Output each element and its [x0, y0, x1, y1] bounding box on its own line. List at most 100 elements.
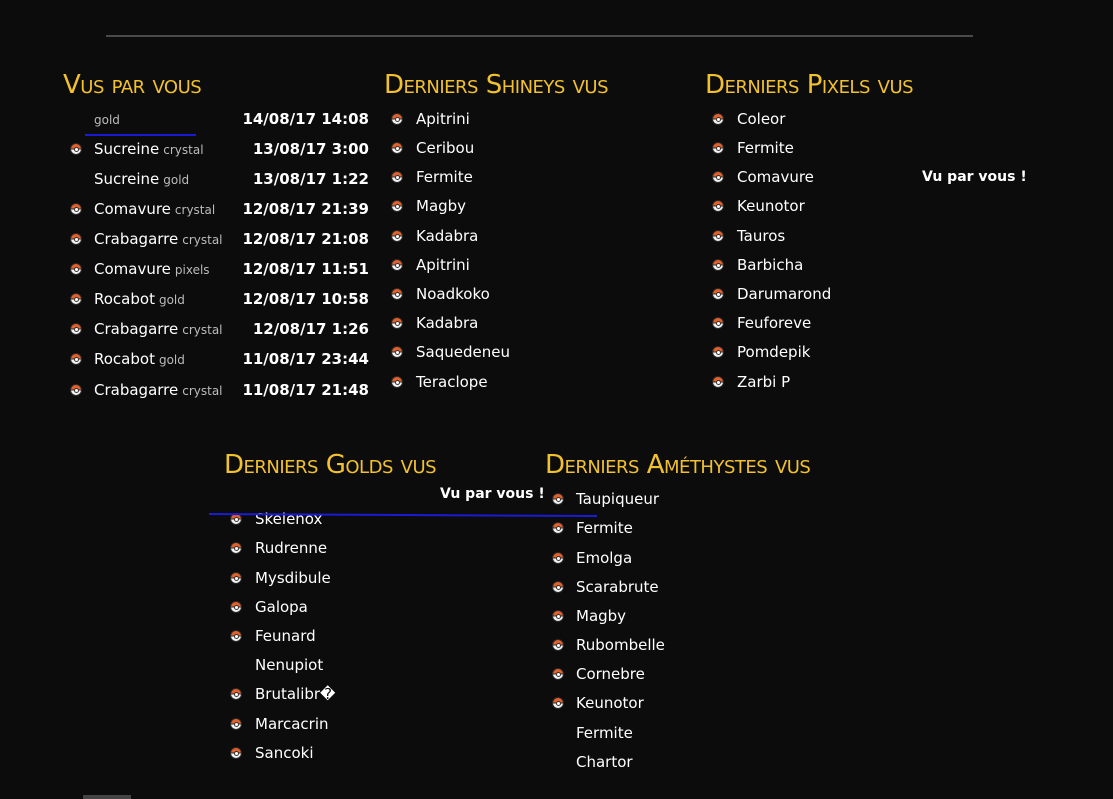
list-item[interactable]: Taupiqueur	[545, 488, 765, 510]
list-item[interactable]: Magby	[384, 195, 604, 217]
list-item[interactable]: Fermite	[545, 722, 765, 744]
pokemon-name-link[interactable]: Rocabot gold	[94, 348, 185, 371]
list-item[interactable]: Apitrini	[384, 108, 604, 130]
list-item[interactable]: Darumarond	[705, 283, 925, 305]
list-item[interactable]: Ceribou	[384, 137, 604, 159]
pokemon-name: Kadabra	[416, 314, 479, 332]
list-item[interactable]: Rubombelle	[545, 634, 765, 656]
list-item[interactable]: Apitrini	[384, 254, 604, 276]
list-item[interactable]: Coleor	[705, 108, 925, 130]
list-item[interactable]: Brutalibr�	[224, 683, 444, 705]
seen-entry-row[interactable]: Crabagarre crystal 12/08/17 1:26	[63, 318, 373, 340]
pokemon-name-link[interactable]: Sucreine gold	[94, 168, 189, 191]
pokemon-name: Crabagarre	[94, 230, 179, 248]
pokemon-name-link[interactable]: Comavure crystal	[94, 198, 215, 221]
seen-entry-row[interactable]: Comavure crystal 12/08/17 21:39	[63, 198, 373, 220]
timestamp: 12/08/17 21:08	[242, 230, 369, 248]
version-tag: crystal	[182, 384, 223, 398]
pokemon-name: Taupiqueur	[576, 490, 659, 508]
timestamp: 12/08/17 10:58	[242, 290, 369, 308]
pokemon-name: Brutalibr�	[255, 685, 336, 703]
pokeball-icon	[712, 113, 724, 125]
timestamp: 12/08/17 1:26	[252, 320, 369, 338]
list-item[interactable]: Galopa	[224, 596, 444, 618]
pokemon-name: Apitrini	[416, 256, 470, 274]
list-item[interactable]: Feunard	[224, 625, 444, 647]
timestamp: 11/08/17 23:44	[242, 350, 369, 368]
list-item[interactable]: Pomdepik	[705, 341, 925, 363]
list-item[interactable]: Keunotor	[705, 195, 925, 217]
pokemon-name: Tauros	[737, 227, 786, 245]
seen-entry-row[interactable]: Sucreine crystal 13/08/17 3:00	[63, 138, 373, 160]
list-item[interactable]: Cornebre	[545, 663, 765, 685]
list-item[interactable]: Magby	[545, 605, 765, 627]
list-item[interactable]: Marcacrin	[224, 713, 444, 735]
list-item[interactable]: Keunotor	[545, 692, 765, 714]
seen-entry-row[interactable]: Rocabot gold 12/08/17 10:58	[63, 288, 373, 310]
list-item[interactable]: Teraclope	[384, 371, 604, 393]
pokeball-icon	[70, 263, 82, 275]
pokemon-name: Ceribou	[416, 139, 475, 157]
pokemon-name-link[interactable]: Comavure pixels	[94, 258, 210, 281]
pokemon-name: Comavure	[94, 200, 171, 218]
list-item[interactable]: Zarbi P	[705, 371, 925, 393]
seen-entry-row[interactable]: Rocabot gold 11/08/17 23:44	[63, 348, 373, 370]
seen-entry-row[interactable]: Comavure pixels 12/08/17 11:51	[63, 258, 373, 280]
pokemon-name-link[interactable]: Sucreine crystal	[94, 138, 204, 161]
pokeball-icon	[712, 288, 724, 300]
golds-section: Derniers Golds vus Skelenox Rudrenne Mysdi…	[224, 450, 545, 780]
list-item[interactable]: Barbicha	[705, 254, 925, 276]
list-item[interactable]: Emolga	[545, 547, 765, 569]
pokeball-icon	[70, 353, 82, 365]
list-item[interactable]: Saquedeneu	[384, 341, 604, 363]
list-item[interactable]: Noadkoko	[384, 283, 604, 305]
list-item[interactable]: Chartor	[545, 751, 765, 773]
list-item[interactable]: Fermite	[384, 166, 604, 188]
pokeball-icon	[552, 639, 564, 651]
seen-entry-row[interactable]: Sucreine gold 13/08/17 1:22	[63, 168, 373, 190]
seen-entry-row[interactable]: gold 14/08/17 14:08	[63, 108, 373, 130]
pokeball-icon	[391, 113, 403, 125]
list-item[interactable]: Scarabrute	[545, 576, 765, 598]
pixels-section: Derniers Pixels vus Coleor Fermite Comavur…	[705, 70, 1035, 410]
list-item[interactable]: Mysdibule	[224, 567, 444, 589]
list-item[interactable]: Kadabra	[384, 225, 604, 247]
pokemon-name: Kadabra	[416, 227, 479, 245]
list-item[interactable]: Fermite	[705, 137, 925, 159]
version-tag: gold	[94, 113, 120, 127]
pokeball-icon	[712, 230, 724, 242]
pokemon-name: Chartor	[576, 753, 633, 771]
list-item[interactable]: Sancoki	[224, 742, 444, 764]
list-item[interactable]: Skelenox	[224, 508, 444, 530]
shineys-section: Derniers Shineys vus Apitrini Ceribou Ferm…	[384, 70, 684, 410]
seen-entry-row[interactable]: Crabagarre crystal 11/08/17 21:48	[63, 379, 373, 401]
pokemon-name-link[interactable]: Crabagarre crystal	[94, 379, 223, 402]
pokemon-name: Comavure	[737, 168, 814, 186]
list-item[interactable]: Feuforeve	[705, 312, 925, 334]
version-tag: crystal	[163, 143, 204, 157]
pokeball-icon	[552, 552, 564, 564]
list-item[interactable]: Kadabra	[384, 312, 604, 334]
list-item[interactable]: Fermite	[545, 517, 765, 539]
pokeball-icon	[712, 259, 724, 271]
pokeball-icon	[391, 230, 403, 242]
timestamp: 13/08/17 3:00	[252, 140, 369, 158]
list-item[interactable]: Rudrenne	[224, 537, 444, 559]
list-item[interactable]: Comavure	[705, 166, 925, 188]
seen-entry-row[interactable]: Crabagarre crystal 12/08/17 21:08	[63, 228, 373, 250]
pokeball-icon	[552, 668, 564, 680]
pokemon-name: Noadkoko	[416, 285, 490, 303]
list-item[interactable]: Tauros	[705, 225, 925, 247]
pokemon-name: Darumarond	[737, 285, 832, 303]
pokeball-icon	[552, 581, 564, 593]
list-item[interactable]: Nenupiot	[224, 654, 444, 676]
pokeball-icon	[552, 493, 564, 505]
pokeball-icon	[552, 697, 564, 709]
pokemon-name-link[interactable]: Crabagarre crystal	[94, 228, 223, 251]
pokemon-name-link[interactable]: Crabagarre crystal	[94, 318, 223, 341]
horizontal-scrollbar-thumb[interactable]	[83, 795, 131, 799]
pokemon-name-link[interactable]: Rocabot gold	[94, 288, 185, 311]
timestamp: 11/08/17 21:48	[242, 381, 369, 399]
pokemon-name-link[interactable]: gold	[94, 108, 120, 131]
pokemon-name: Crabagarre	[94, 320, 179, 338]
